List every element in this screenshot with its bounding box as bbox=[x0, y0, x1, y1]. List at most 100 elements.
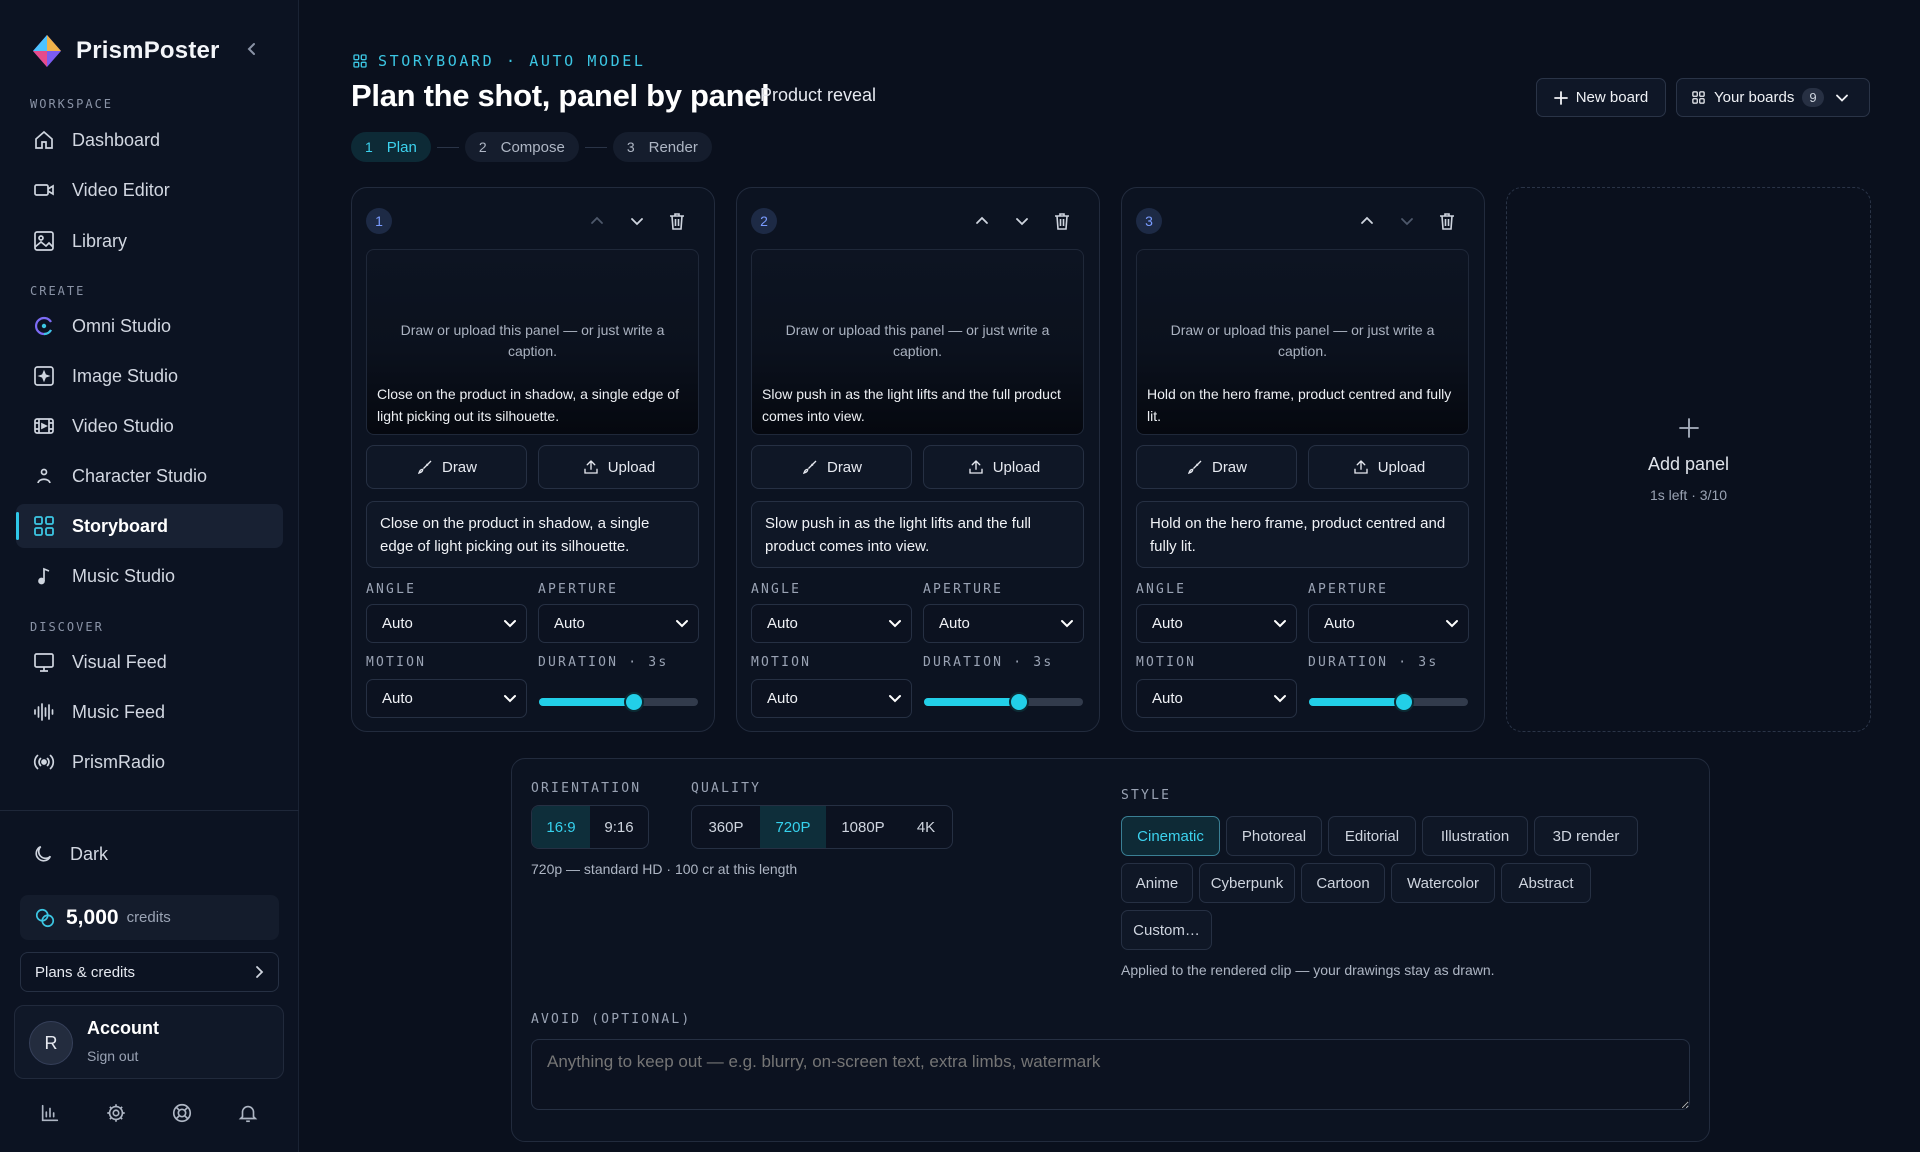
your-boards-label: Your boards bbox=[1714, 89, 1795, 106]
move-down-icon[interactable] bbox=[626, 210, 648, 232]
style-chip[interactable]: Photoreal bbox=[1226, 816, 1322, 856]
trash-icon[interactable] bbox=[1436, 210, 1458, 232]
panel-canvas[interactable]: Draw or upload this panel — or just writ… bbox=[1136, 249, 1469, 435]
aperture-value: Auto bbox=[939, 615, 970, 632]
aperture-select[interactable]: Auto bbox=[538, 604, 699, 643]
draw-button[interactable]: Draw bbox=[1136, 445, 1297, 489]
orientation-option[interactable]: 9:16 bbox=[590, 806, 648, 848]
video-camera-icon bbox=[34, 184, 54, 196]
caption-input[interactable]: Close on the product in shadow, a single… bbox=[366, 501, 699, 568]
orientation-option[interactable]: 16:9 bbox=[532, 806, 590, 848]
new-board-button[interactable]: New board bbox=[1536, 78, 1666, 117]
sidebar-item-video-editor[interactable]: Video Editor bbox=[16, 168, 283, 212]
step-label: Plan bbox=[386, 138, 417, 156]
board-name[interactable]: Product reveal bbox=[760, 85, 876, 106]
upload-icon bbox=[584, 460, 598, 474]
theme-toggle[interactable]: Dark bbox=[32, 843, 108, 865]
credits-balance[interactable]: 5,000 credits bbox=[20, 895, 279, 940]
step-compose[interactable]: 2 Compose bbox=[464, 132, 579, 162]
style-chip[interactable]: 3D render bbox=[1534, 816, 1638, 856]
step-label: Compose bbox=[500, 138, 565, 156]
draw-button[interactable]: Draw bbox=[366, 445, 527, 489]
collapse-sidebar-icon[interactable] bbox=[246, 40, 258, 61]
sidebar-item-omni-studio[interactable]: Omni Studio bbox=[16, 304, 283, 348]
sidebar-item-video-studio[interactable]: Video Studio bbox=[16, 404, 283, 448]
page-title: Plan the shot, panel by panel bbox=[351, 78, 770, 113]
sidebar-item-visual-feed[interactable]: Visual Feed bbox=[16, 640, 283, 684]
upload-button[interactable]: Upload bbox=[1308, 445, 1469, 489]
sidebar-item-dashboard[interactable]: Dashboard bbox=[16, 118, 283, 162]
step-number: 3 bbox=[626, 139, 635, 155]
upload-button[interactable]: Upload bbox=[923, 445, 1084, 489]
bell-icon[interactable] bbox=[237, 1102, 259, 1124]
style-chip[interactable]: Illustration bbox=[1422, 816, 1528, 856]
help-lifebuoy-icon[interactable] bbox=[171, 1102, 193, 1124]
duration-slider[interactable] bbox=[924, 692, 1083, 712]
app-logo[interactable]: PrismPoster bbox=[32, 34, 220, 68]
sidebar-item-library[interactable]: Library bbox=[16, 219, 283, 263]
style-chip-custom[interactable]: Custom… bbox=[1121, 910, 1212, 950]
sign-out-link[interactable]: Sign out bbox=[87, 1048, 138, 1064]
quality-option[interactable]: 4K bbox=[900, 806, 952, 848]
account-card[interactable]: R Account Sign out bbox=[14, 1005, 284, 1079]
move-down-icon[interactable] bbox=[1011, 210, 1033, 232]
move-up-icon[interactable] bbox=[971, 210, 993, 232]
duration-slider[interactable] bbox=[539, 692, 698, 712]
brush-icon bbox=[802, 460, 817, 475]
plans-label: Plans & credits bbox=[35, 963, 136, 981]
motion-select[interactable]: Auto bbox=[1136, 679, 1297, 718]
move-up-icon[interactable] bbox=[586, 210, 608, 232]
style-chip[interactable]: Cartoon bbox=[1301, 863, 1385, 903]
style-chip[interactable]: Cyberpunk bbox=[1199, 863, 1295, 903]
motion-select[interactable]: Auto bbox=[366, 679, 527, 718]
add-panel-button[interactable]: Add panel 1s left · 3/10 bbox=[1506, 187, 1871, 732]
quality-option[interactable]: 360P bbox=[692, 806, 760, 848]
sidebar-item-label: Visual Feed bbox=[72, 651, 167, 672]
gear-icon[interactable] bbox=[105, 1102, 127, 1124]
aperture-select[interactable]: Auto bbox=[1308, 604, 1469, 643]
slider-thumb[interactable] bbox=[624, 692, 644, 712]
move-up-icon[interactable] bbox=[1356, 210, 1378, 232]
quality-option[interactable]: 1080P bbox=[826, 806, 900, 848]
upload-button[interactable]: Upload bbox=[538, 445, 699, 489]
quality-option[interactable]: 720P bbox=[760, 806, 826, 848]
quality-toggle: 360P 720P 1080P 4K bbox=[691, 805, 953, 849]
duration-slider[interactable] bbox=[1309, 692, 1468, 712]
your-boards-dropdown[interactable]: Your boards 9 bbox=[1676, 78, 1870, 117]
slider-thumb[interactable] bbox=[1009, 692, 1029, 712]
motion-select[interactable]: Auto bbox=[751, 679, 912, 718]
style-chip[interactable]: Cinematic bbox=[1121, 816, 1220, 856]
style-chip[interactable]: Anime bbox=[1121, 863, 1193, 903]
draw-button[interactable]: Draw bbox=[751, 445, 912, 489]
sidebar-item-music-feed[interactable]: Music Feed bbox=[16, 690, 283, 734]
sidebar-item-image-studio[interactable]: Image Studio bbox=[16, 354, 283, 398]
person-icon bbox=[37, 468, 51, 484]
style-chip[interactable]: Watercolor bbox=[1391, 863, 1495, 903]
sidebar-item-storyboard[interactable]: Storyboard bbox=[16, 504, 283, 548]
angle-select[interactable]: Auto bbox=[751, 604, 912, 643]
analytics-icon[interactable] bbox=[39, 1102, 61, 1124]
duration-label: DURATION · 3s bbox=[923, 655, 1054, 670]
style-chip[interactable]: Editorial bbox=[1328, 816, 1416, 856]
caption-input[interactable]: Slow push in as the light lifts and the … bbox=[751, 501, 1084, 568]
aperture-select[interactable]: Auto bbox=[923, 604, 1084, 643]
radio-icon bbox=[33, 754, 55, 770]
chevron-down-icon bbox=[889, 620, 901, 628]
step-plan[interactable]: 1 Plan bbox=[351, 132, 431, 162]
trash-icon[interactable] bbox=[1051, 210, 1073, 232]
caption-input[interactable]: Hold on the hero frame, product centred … bbox=[1136, 501, 1469, 568]
panel-canvas[interactable]: Draw or upload this panel — or just writ… bbox=[751, 249, 1084, 435]
plans-credits-button[interactable]: Plans & credits bbox=[20, 952, 279, 992]
sidebar-item-character-studio[interactable]: Character Studio bbox=[16, 454, 283, 498]
angle-select[interactable]: Auto bbox=[1136, 604, 1297, 643]
panel-canvas[interactable]: Draw or upload this panel — or just writ… bbox=[366, 249, 699, 435]
trash-icon[interactable] bbox=[666, 210, 688, 232]
slider-thumb[interactable] bbox=[1394, 692, 1414, 712]
avoid-input[interactable] bbox=[531, 1039, 1690, 1110]
step-render[interactable]: 3 Render bbox=[612, 132, 712, 162]
angle-select[interactable]: Auto bbox=[366, 604, 527, 643]
sidebar-item-music-studio[interactable]: Music Studio bbox=[16, 554, 283, 598]
style-chip[interactable]: Abstract bbox=[1501, 863, 1591, 903]
move-down-icon[interactable] bbox=[1396, 210, 1418, 232]
sidebar-item-prismradio[interactable]: PrismRadio bbox=[16, 740, 283, 784]
